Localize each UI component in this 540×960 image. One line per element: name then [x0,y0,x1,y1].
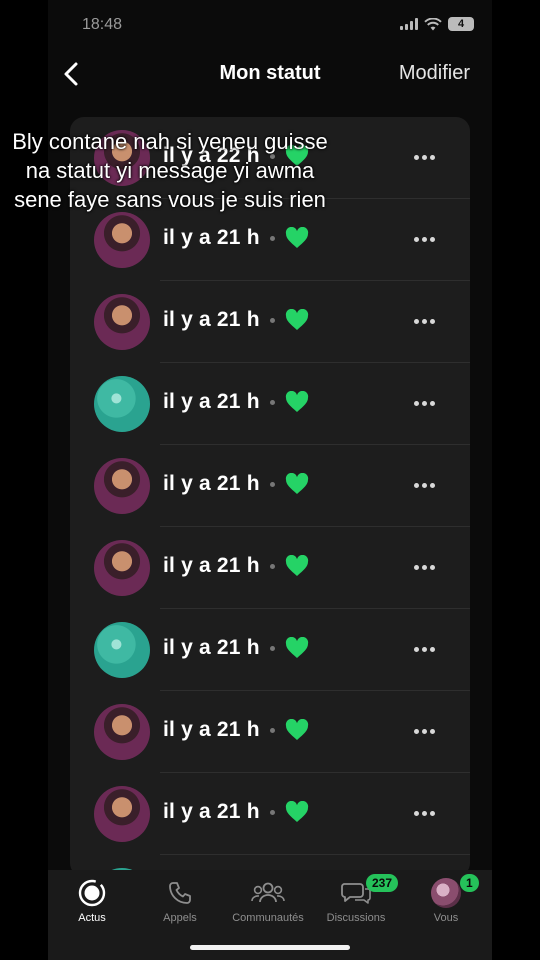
heart-icon [285,555,308,576]
status-bar: 18:48 4 [48,0,492,52]
more-options-icon[interactable] [414,147,436,167]
status-row[interactable]: il y a 21 h [70,527,470,609]
tab-appels[interactable]: Appels [136,878,224,924]
status-time: il y a 21 h [163,636,260,659]
heart-icon [285,637,308,658]
heart-icon [285,227,308,248]
more-options-icon[interactable] [414,229,436,249]
more-options-icon[interactable] [414,311,436,331]
status-time: il y a 21 h [163,308,260,331]
status-time: il y a 21 h [163,718,260,741]
tab-label: Communautés [232,912,304,924]
status-row[interactable]: il y a 21 h [70,281,470,363]
status-row[interactable]: il y a 21 h [70,773,470,855]
status-icon [78,879,106,907]
more-options-icon[interactable] [414,557,436,577]
community-icon [251,882,285,903]
status-time: il y a 21 h [163,226,260,249]
status-time: il y a 21 h [163,800,260,823]
navigation-bar: Mon statut Modifier [48,52,492,96]
status-thumbnail [94,294,150,350]
status-time: il y a 21 h [163,472,260,495]
heart-icon [285,801,308,822]
status-row[interactable]: il y a 21 h [70,609,470,691]
status-row[interactable]: il y a 21 h [70,363,470,445]
more-options-icon[interactable] [414,475,436,495]
status-thumbnail [94,704,150,760]
more-options-icon[interactable] [414,639,436,659]
status-thumbnail [94,540,150,596]
status-row[interactable]: il y a 21 h [70,445,470,527]
wifi-icon [424,17,442,30]
notification-badge: 1 [460,874,479,892]
clock: 18:48 [82,16,123,33]
tab-actus[interactable]: Actus [48,878,136,924]
more-options-icon[interactable] [414,393,436,413]
status-thumbnail [94,458,150,514]
home-indicator[interactable] [190,945,350,950]
status-row[interactable]: il y a 21 h [70,691,470,773]
status-list: il y a 22 h il y a 21 h il y a 21 h il y… [70,117,470,877]
tab-label: Appels [163,912,197,924]
heart-icon [285,719,308,740]
edit-button[interactable]: Modifier [399,62,470,85]
signal-icon [400,18,418,30]
status-thumbnail [94,786,150,842]
status-thumbnail [94,622,150,678]
heart-icon [285,309,308,330]
heart-icon [285,391,308,412]
more-options-icon[interactable] [414,721,436,741]
status-thumbnail [94,212,150,268]
unread-badge: 237 [366,874,399,892]
status-time: il y a 21 h [163,390,260,413]
status-time: il y a 21 h [163,554,260,577]
tab-label: Discussions [326,912,386,924]
tab-label: Actus [78,912,106,924]
tab-vous[interactable]: Vous 1 [402,874,490,924]
phone-icon [169,882,191,904]
overlay-caption: Bly contane nah si yeneu guisse na statu… [12,129,328,212]
tab-communautes[interactable]: Communautés [224,878,312,924]
tab-label: Vous [433,912,459,924]
profile-avatar [431,878,461,908]
more-options-icon[interactable] [414,803,436,823]
tab-discussions[interactable]: Discussions 237 [312,874,400,924]
battery-icon: 4 [448,17,474,31]
heart-icon [285,473,308,494]
status-thumbnail [94,376,150,432]
